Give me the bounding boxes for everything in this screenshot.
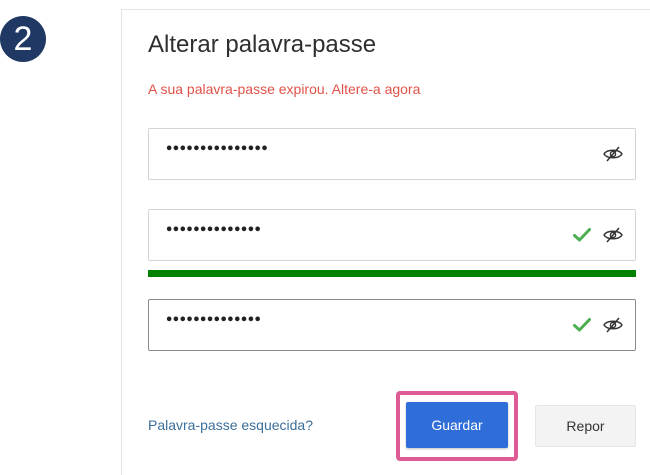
step-number-badge: 2: [0, 16, 46, 62]
password-strength-fill: [148, 270, 636, 277]
new-password-field[interactable]: ••••••••••••••: [148, 209, 636, 261]
reset-button[interactable]: Repor: [535, 405, 636, 447]
save-button[interactable]: Guardar: [406, 402, 508, 448]
current-password-value: •••••••••••••••: [165, 142, 269, 157]
password-strength-bar: [148, 270, 636, 277]
checkmark-icon: [573, 318, 591, 332]
eye-slash-icon[interactable]: [603, 315, 623, 335]
new-password-value: ••••••••••••••: [165, 223, 262, 238]
current-password-field[interactable]: •••••••••••••••: [148, 128, 636, 180]
forgot-password-link[interactable]: Palavra-passe esquecida?: [148, 417, 313, 433]
confirm-password-value: ••••••••••••••: [165, 313, 262, 328]
eye-slash-icon[interactable]: [603, 144, 623, 164]
password-expired-alert: A sua palavra-passe expirou. Altere-a ag…: [148, 81, 421, 97]
page-title: Alterar palavra-passe: [148, 31, 377, 58]
eye-slash-icon[interactable]: [603, 225, 623, 245]
checkmark-icon: [573, 228, 591, 242]
confirm-password-field[interactable]: ••••••••••••••: [148, 299, 636, 351]
